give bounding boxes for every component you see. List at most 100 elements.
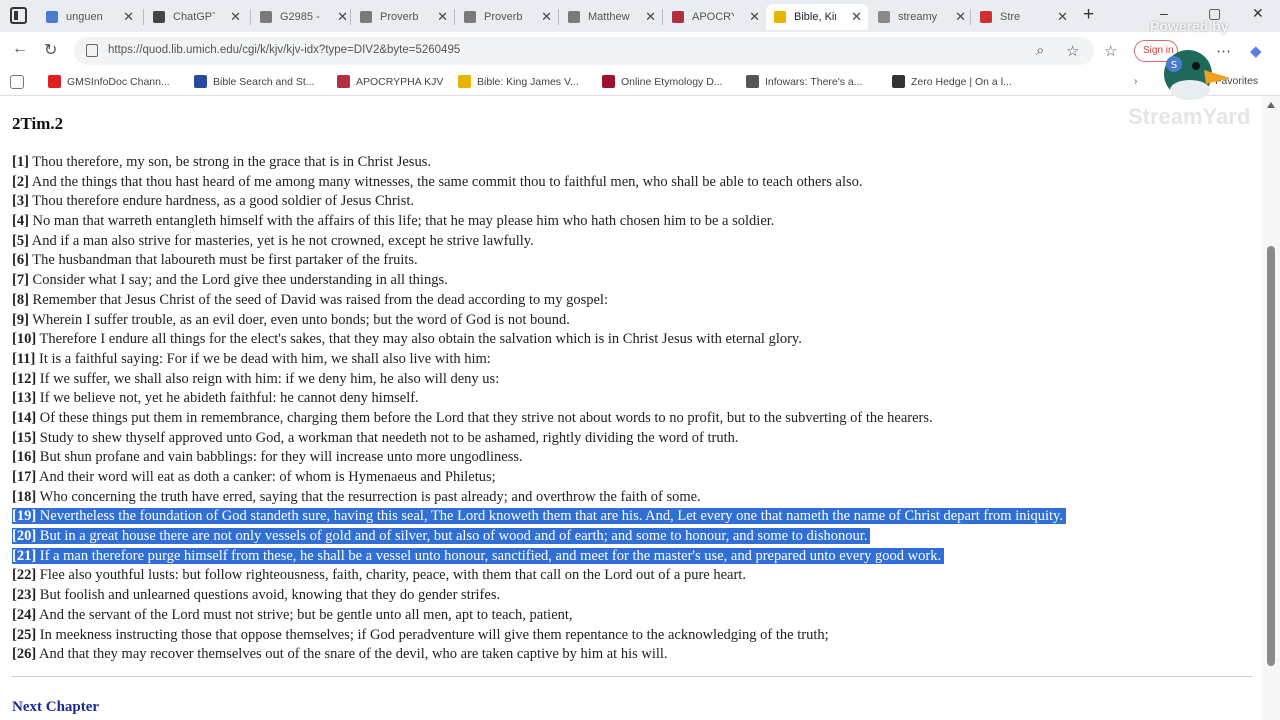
verse-row: [26] And that they may recover themselve… bbox=[12, 645, 1252, 665]
bookmark-label: Online Etymology D... bbox=[621, 75, 723, 88]
verse-text: Thou therefore, my son, be strong in the… bbox=[32, 154, 431, 170]
verse-text: And if a man also strive for masteries, … bbox=[31, 232, 534, 249]
new-tab-icon[interactable]: + bbox=[1083, 4, 1094, 26]
verse-text: Who concerning the truth have erred, say… bbox=[39, 488, 701, 505]
scroll-thumb[interactable] bbox=[1267, 246, 1275, 666]
verse-number: [13] bbox=[12, 390, 37, 407]
verse-number: [7] bbox=[12, 272, 29, 289]
tab-label: APOCRY bbox=[692, 11, 734, 23]
verse-row: [6] The husbandman that laboureth must b… bbox=[12, 251, 1252, 271]
scroll-up-icon[interactable] bbox=[1267, 102, 1275, 108]
duck-icon: S bbox=[1164, 50, 1230, 100]
browser-tab[interactable]: Stre ✕ bbox=[972, 4, 1074, 30]
verse-text: The husbandman that laboureth must be fi… bbox=[32, 252, 418, 269]
tab-close-icon[interactable]: ✕ bbox=[230, 9, 241, 25]
verse-row: [19] Nevertheless the foundation of God … bbox=[12, 507, 1252, 527]
bookmark-item[interactable]: Bible Search and St... bbox=[194, 75, 315, 88]
verse-row: [10] Therefore I endure all things for t… bbox=[12, 330, 1252, 350]
bookmark-item[interactable]: Online Etymology D... bbox=[602, 75, 723, 88]
browser-tab[interactable]: APOCRY ✕ bbox=[664, 4, 766, 30]
verse-text: And their word will eat as doth a canker… bbox=[39, 469, 496, 485]
bookmark-item[interactable]: GMSInfoDoc Chann... bbox=[48, 75, 170, 88]
svg-text:S: S bbox=[1171, 60, 1177, 71]
verse-number: [18] bbox=[12, 488, 37, 505]
bookmark-item[interactable]: APOCRYPHA KJV bbox=[337, 75, 443, 88]
bookmark-favicon-icon bbox=[337, 75, 350, 88]
verse-number: [9] bbox=[12, 311, 29, 328]
favorites-icon[interactable]: ☆ bbox=[1104, 42, 1117, 60]
tab-close-icon[interactable]: ✕ bbox=[749, 9, 760, 25]
tab-close-icon[interactable]: ✕ bbox=[541, 9, 552, 25]
lock-icon[interactable] bbox=[86, 44, 98, 57]
tab-separator bbox=[143, 9, 144, 25]
verse-text: Flee also youthful lusts: but follow rig… bbox=[39, 567, 746, 584]
zoom-icon[interactable]: ⌕ bbox=[1036, 42, 1044, 59]
next-chapter-link[interactable]: Next Chapter bbox=[12, 699, 99, 716]
verse-number: [4] bbox=[12, 213, 29, 230]
bookmark-label: APOCRYPHA KJV bbox=[356, 75, 444, 88]
star-icon[interactable]: ☆ bbox=[1066, 42, 1079, 60]
verse-row: [3] Thou therefore endure hardness, as a… bbox=[12, 192, 1252, 212]
bookmark-favicon-icon bbox=[892, 75, 905, 88]
tab-label: unguen bbox=[66, 11, 103, 23]
copilot-icon[interactable]: ◆ bbox=[1250, 42, 1262, 60]
address-bar-row: ← ↻ https://quod.lib.umich.edu/cgi/k/kjv… bbox=[0, 32, 1280, 70]
tab-close-icon[interactable]: ✕ bbox=[851, 9, 862, 25]
verse-text: Of these things put them in remembrance,… bbox=[39, 409, 933, 426]
url-text[interactable]: https://quod.lib.umich.edu/cgi/k/kjv/kjv… bbox=[108, 44, 460, 56]
bookmark-item[interactable]: Bible: King James V... bbox=[458, 75, 579, 88]
tab-close-icon[interactable]: ✕ bbox=[123, 9, 134, 25]
tab-separator bbox=[662, 9, 663, 25]
browser-tab[interactable]: Proverb ✕ bbox=[456, 4, 558, 30]
tab-close-icon[interactable]: ✕ bbox=[645, 9, 656, 25]
verse-number: [5] bbox=[12, 232, 29, 249]
verse-number: [26] bbox=[12, 646, 37, 663]
browser-tab[interactable]: Matthew ✕ bbox=[560, 4, 662, 30]
browser-tab[interactable]: Bible, Kir ✕ bbox=[766, 4, 868, 30]
tab-label: Stre bbox=[1000, 11, 1021, 23]
verse-row: [12] If we suffer, we shall also reign w… bbox=[12, 370, 1252, 390]
verse-text: If we believe not, yet he abideth faithf… bbox=[39, 390, 419, 407]
bookmark-favicon-icon bbox=[48, 75, 61, 88]
browser-tab[interactable]: G2985 - ✕ bbox=[252, 4, 354, 30]
tab-label: Bible, Kir bbox=[794, 11, 836, 23]
verse-row: [7] Consider what I say; and the Lord gi… bbox=[12, 271, 1252, 291]
bookmark-label: GMSInfoDoc Chann... bbox=[67, 75, 170, 88]
bookmark-favicon-icon bbox=[458, 75, 471, 88]
tab-favicon-icon bbox=[153, 11, 165, 23]
tab-close-icon[interactable]: ✕ bbox=[955, 9, 966, 25]
browser-tab[interactable]: ChatGPT ✕ bbox=[145, 4, 247, 30]
verse-number: [3] bbox=[12, 193, 29, 210]
page-title: 2Tim.2 bbox=[12, 114, 64, 133]
workspaces-icon[interactable] bbox=[10, 7, 27, 24]
verse-text: And that they may recover themselves out… bbox=[39, 646, 668, 663]
verse-number: [12] bbox=[12, 370, 37, 387]
divider bbox=[12, 676, 1252, 677]
tab-close-icon[interactable]: ✕ bbox=[1057, 9, 1068, 25]
address-bar[interactable]: https://quod.lib.umich.edu/cgi/k/kjv/kjv… bbox=[74, 37, 1094, 65]
collections-icon[interactable] bbox=[10, 75, 24, 89]
verse-text: And the servant of the Lord must not str… bbox=[39, 606, 573, 623]
bookmark-item[interactable]: Zero Hedge | On a l... bbox=[892, 75, 1012, 88]
verse-row: [18] Who concerning the truth have erred… bbox=[12, 488, 1252, 508]
verse-row: [4] No man that warreth entangleth himse… bbox=[12, 212, 1252, 232]
tab-close-icon[interactable]: ✕ bbox=[337, 9, 348, 25]
refresh-icon[interactable]: ↻ bbox=[44, 40, 57, 60]
verse-text: Remember that Jesus Christ of the seed o… bbox=[32, 291, 608, 308]
browser-tab[interactable]: unguen ✕ bbox=[38, 4, 140, 30]
tab-close-icon[interactable]: ✕ bbox=[437, 9, 448, 25]
bookmark-item[interactable]: Infowars: There's a... bbox=[746, 75, 863, 88]
tab-label: Proverb bbox=[380, 11, 419, 23]
browser-tab[interactable]: Proverb ✕ bbox=[352, 4, 454, 30]
bookmarks-overflow-icon[interactable]: › bbox=[1134, 75, 1138, 87]
close-window-icon[interactable]: ✕ bbox=[1252, 5, 1264, 22]
tab-favicon-icon bbox=[260, 11, 272, 23]
bookmarks-bar: GMSInfoDoc Chann... Bible Search and St..… bbox=[0, 70, 1280, 96]
tab-label: G2985 - bbox=[280, 11, 320, 23]
scrollbar[interactable] bbox=[1262, 96, 1280, 720]
tab-label: streamy bbox=[898, 11, 938, 23]
back-icon[interactable]: ← bbox=[12, 40, 28, 58]
browser-tab[interactable]: streamy ✕ bbox=[870, 4, 972, 30]
verse-row: [13] If we believe not, yet he abideth f… bbox=[12, 389, 1252, 409]
verse-row: [20] But in a great house there are not … bbox=[12, 527, 1252, 547]
